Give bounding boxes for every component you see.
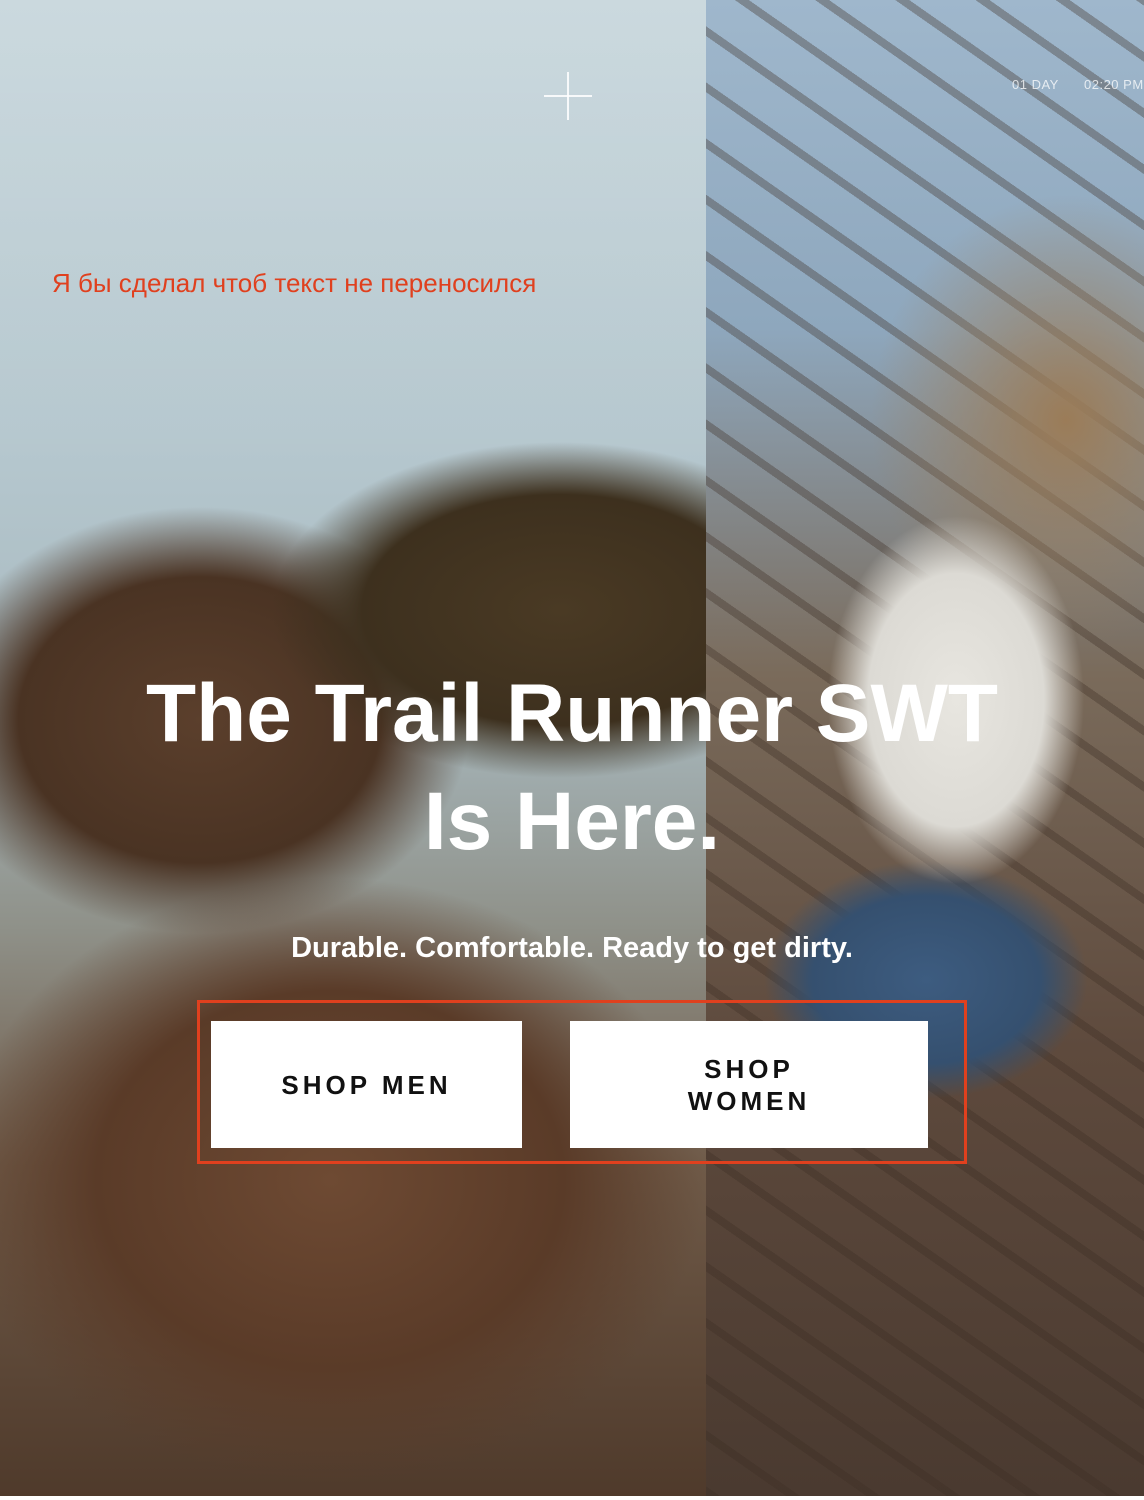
shop-men-label: SHOP MEN [281, 1069, 452, 1100]
sky-sheen [0, 0, 706, 480]
hero-title: The Trail Runner SWT Is Here. [0, 660, 1144, 876]
shop-women-button[interactable]: SHOP WOMEN [570, 1021, 928, 1148]
shop-women-label: SHOP WOMEN [687, 1053, 811, 1116]
hero-subtitle: Durable. Comfortable. Ready to get dirty… [291, 932, 853, 964]
hero-title-line1: The Trail Runner SWT [146, 668, 998, 759]
photo-day-label: 01 DAY [1012, 77, 1059, 92]
hero-title-line2: Is Here. [423, 776, 721, 867]
hero-banner: 01 DAY 02:20 PM Я бы сделал чтоб текст н… [0, 0, 1144, 1500]
photo-time-label: 02:20 PM [1084, 77, 1144, 92]
annotation-note: Я бы сделал чтоб текст не переносился [52, 268, 537, 298]
sparkle-icon [544, 72, 592, 120]
shop-men-button[interactable]: SHOP MEN [211, 1021, 522, 1148]
